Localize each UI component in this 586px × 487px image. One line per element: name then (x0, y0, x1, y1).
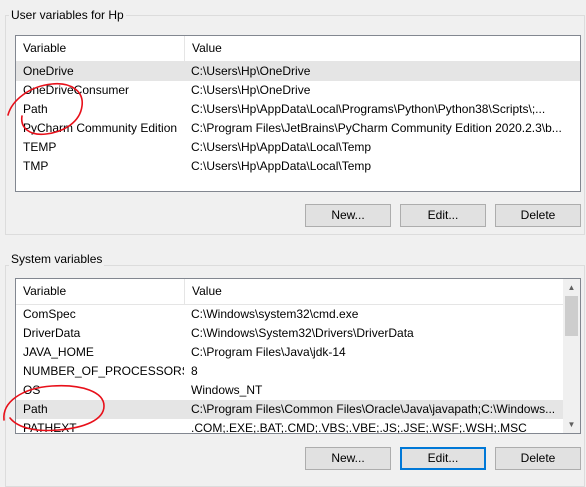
variable-name-cell: DriverData (23, 326, 81, 340)
variable-value-cell: C:\Program Files\Java\jdk-14 (191, 345, 346, 359)
table-row[interactable]: NUMBER_OF_PROCESSORS 8 (16, 362, 565, 381)
variable-value-cell: C:\Users\Hp\AppData\Local\Programs\Pytho… (191, 102, 546, 116)
variable-value-cell: .COM;.EXE;.BAT;.CMD;.VBS;.VBE;.JS;.JSE;.… (191, 421, 527, 434)
variable-name-cell: OneDriveConsumer (23, 83, 130, 97)
variable-name-cell: PATHEXT (23, 421, 77, 434)
column-header-variable[interactable]: Variable (16, 36, 184, 61)
variable-name-cell: JAVA_HOME (23, 345, 94, 359)
table-row[interactable]: PATHEXT .COM;.EXE;.BAT;.CMD;.VBS;.VBE;.JS… (16, 419, 565, 434)
user-new-button[interactable]: New... (305, 204, 391, 227)
user-variables-list[interactable]: Variable Value OneDrive C:\Users\Hp\OneDr… (15, 35, 581, 192)
table-row[interactable]: ComSpec C:\Windows\system32\cmd.exe (16, 305, 565, 324)
scroll-down-arrow-icon[interactable]: ▼ (563, 416, 580, 433)
system-variables-header: Variable Value (16, 279, 565, 305)
variable-name-cell: TEMP (23, 140, 57, 154)
user-variables-title: User variables for Hp (9, 8, 126, 22)
variable-name-cell: OS (23, 383, 41, 397)
variable-name-cell: PyCharm Community Edition (23, 121, 178, 135)
user-delete-button[interactable]: Delete (495, 204, 581, 227)
variable-value-cell: C:\Users\Hp\AppData\Local\Temp (191, 159, 372, 173)
variable-name-cell: NUMBER_OF_PROCESSORS (23, 364, 184, 378)
user-edit-button[interactable]: Edit... (400, 204, 486, 227)
variable-value-cell: Windows_NT (191, 383, 263, 397)
variable-value-cell: C:\Windows\system32\cmd.exe (191, 307, 359, 321)
table-row[interactable]: DriverData C:\Windows\System32\Drivers\Dr… (16, 324, 565, 343)
variable-value-cell: C:\Users\Hp\OneDrive (191, 64, 311, 78)
system-delete-button[interactable]: Delete (495, 447, 581, 470)
table-row[interactable]: Path C:\Program Files\Common Files\Oracle… (16, 400, 565, 419)
variable-value-cell: C:\Program Files\JetBrains\PyCharm Commu… (191, 121, 562, 135)
system-variables-list[interactable]: Variable Value ComSpec C:\Windows\system3… (15, 278, 581, 434)
variable-value-cell: 8 (191, 364, 198, 378)
variable-name-cell: ComSpec (23, 307, 76, 321)
table-row[interactable]: PyCharm Community Edition C:\Program File… (16, 119, 580, 138)
variable-name-cell: Path (23, 402, 48, 416)
variable-name-cell: TMP (23, 159, 49, 173)
user-variables-header: Variable Value (16, 36, 580, 62)
variable-value-cell: C:\Program Files\Common Files\Oracle\Jav… (191, 402, 556, 416)
table-row[interactable]: JAVA_HOME C:\Program Files\Java\jdk-14 (16, 343, 565, 362)
column-header-value[interactable]: Value (184, 279, 565, 304)
column-header-variable[interactable]: Variable (16, 279, 184, 304)
column-header-value[interactable]: Value (184, 36, 580, 61)
system-edit-button[interactable]: Edit... (400, 447, 486, 470)
variable-name-cell: OneDrive (23, 64, 74, 78)
table-row[interactable]: OneDrive C:\Users\Hp\OneDrive (16, 62, 580, 81)
system-new-button[interactable]: New... (305, 447, 391, 470)
variable-value-cell: C:\Windows\System32\Drivers\DriverData (191, 326, 414, 340)
scrollbar-thumb[interactable] (565, 296, 578, 336)
table-row[interactable]: OneDriveConsumer C:\Users\Hp\OneDrive (16, 81, 580, 100)
system-variables-title: System variables (9, 252, 105, 266)
table-row[interactable]: TEMP C:\Users\Hp\AppData\Local\Temp (16, 138, 580, 157)
system-variables-scrollbar[interactable]: ▲ ▼ (563, 279, 580, 433)
variable-value-cell: C:\Users\Hp\OneDrive (191, 83, 311, 97)
table-row[interactable]: OS Windows_NT (16, 381, 565, 400)
variable-value-cell: C:\Users\Hp\AppData\Local\Temp (191, 140, 372, 154)
table-row[interactable]: Path C:\Users\Hp\AppData\Local\Programs\P… (16, 100, 580, 119)
table-row[interactable]: TMP C:\Users\Hp\AppData\Local\Temp (16, 157, 580, 176)
scroll-up-arrow-icon[interactable]: ▲ (563, 279, 580, 296)
variable-name-cell: Path (23, 102, 48, 116)
